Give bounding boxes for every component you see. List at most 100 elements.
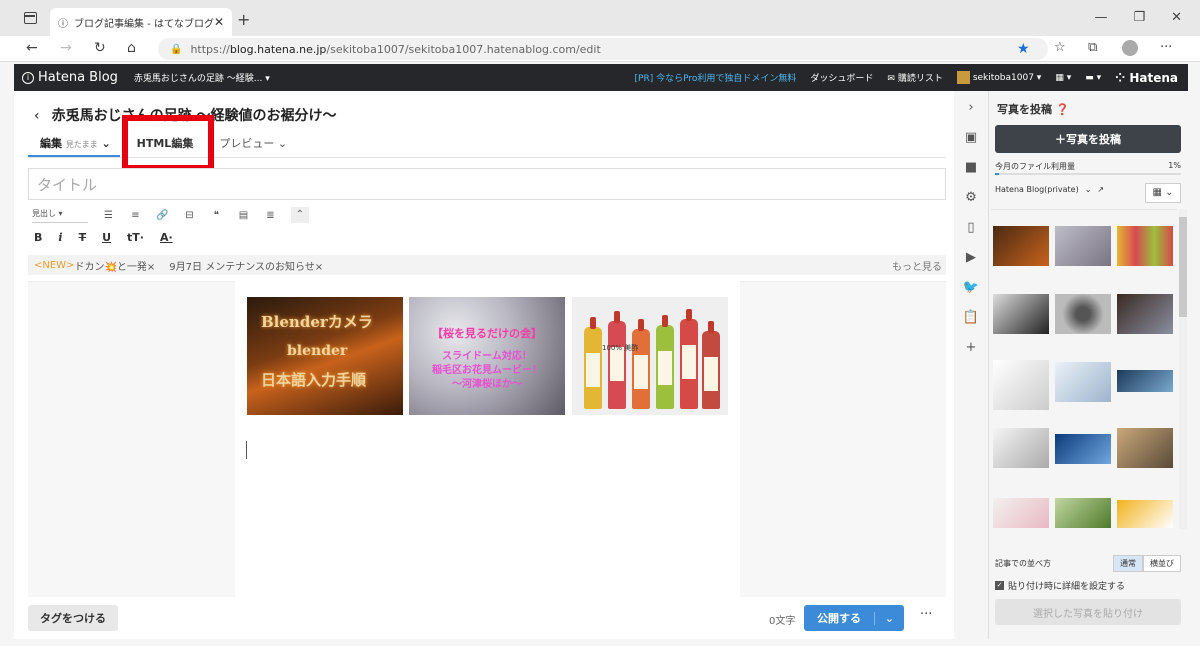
photo-thumb[interactable] <box>1055 294 1111 334</box>
url-prefix: https:// <box>190 42 230 56</box>
photo-thumb[interactable] <box>1055 226 1111 266</box>
folder-icon[interactable]: ■ <box>962 159 980 177</box>
collections-icon[interactable]: ⧉ <box>1088 40 1097 55</box>
reading-list-link[interactable]: ✉ 購読リスト <box>887 71 942 84</box>
close-tab-icon[interactable]: ✕ <box>214 15 224 29</box>
photo-thumb[interactable] <box>1117 294 1173 334</box>
table-icon[interactable]: ⊟ <box>183 210 196 221</box>
youtube-icon[interactable]: ▶ <box>962 249 980 267</box>
url-bar[interactable]: 🔒 https://blog.hatena.ne.jp/sekitoba1007… <box>158 38 1048 60</box>
help-icon[interactable]: ❓ <box>1056 103 1070 116</box>
photo-thumb[interactable] <box>993 294 1049 334</box>
tab-preview[interactable]: プレビュー ⌄ <box>219 135 287 151</box>
font-size-button[interactable]: tT· <box>127 231 144 244</box>
more-options-icon[interactable]: ··· <box>920 607 932 622</box>
site-info-icon: ⓘ <box>58 18 68 30</box>
list-block-icon[interactable]: ▤ <box>237 210 250 221</box>
collapse-sidebar-icon[interactable]: › <box>962 99 980 117</box>
news-bar: <NEW> ドカン💥と一発× 9月7日 メンテナンスのお知らせ× もっと見る <box>28 255 946 275</box>
photo-thumb[interactable] <box>993 360 1049 410</box>
tab-actions-icon[interactable] <box>24 12 37 24</box>
favorites-icon[interactable]: ☆ <box>1054 40 1066 55</box>
italic-button[interactable]: i <box>58 231 62 244</box>
quote-icon[interactable]: ❝ <box>210 210 223 221</box>
forward-icon[interactable]: → <box>60 40 72 56</box>
highlight-annotation <box>122 115 214 171</box>
publish-button[interactable]: 公開する ⌄ <box>804 605 904 631</box>
back-chevron-icon[interactable]: ‹ <box>34 108 40 124</box>
photo-scrollbar[interactable] <box>1179 209 1187 529</box>
numbered-list-icon[interactable]: ≡ <box>129 210 142 221</box>
text-cursor <box>246 441 247 459</box>
news-item-1[interactable]: ドカン💥と一発× <box>74 258 155 273</box>
paste-photo-button[interactable]: 選択した写真を貼り付け <box>995 599 1181 625</box>
checkbox-checked-icon[interactable]: ✓ <box>995 581 1004 590</box>
link-icon[interactable]: 🔗 <box>156 210 169 221</box>
home-icon[interactable]: ⌂ <box>127 40 136 56</box>
editor-panel: ‹ 赤兎馬おじさんの足跡 ～経験値のお裾分け～ 編集 見たまま ⌄ HTML編集 … <box>14 91 954 639</box>
new-tab-icon[interactable]: + <box>237 10 250 29</box>
favorite-star-icon[interactable]: ★ <box>1017 41 1030 57</box>
external-link-icon[interactable]: ↗ <box>1097 185 1104 194</box>
photo-thumb[interactable] <box>993 428 1049 468</box>
photo-thumb[interactable] <box>1055 434 1111 464</box>
gear-icon[interactable]: ⚙ <box>962 189 980 207</box>
photo-thumb[interactable] <box>993 226 1049 266</box>
blog-selector[interactable]: 赤兎馬おじさんの足跡 ～経験... ▾ <box>134 71 270 84</box>
font-color-button[interactable]: A· <box>160 231 173 244</box>
user-menu[interactable]: sekitoba1007 ▾ <box>956 71 1041 84</box>
photo-icon[interactable]: ▣ <box>962 129 980 147</box>
collapse-toolbar-icon[interactable]: ⌃ <box>291 207 309 223</box>
notifications-icon[interactable]: ▬ ▾ <box>1085 73 1101 83</box>
strike-button[interactable]: T <box>79 231 87 244</box>
heading-select[interactable]: 見出し ▾ <box>32 208 88 223</box>
lock-icon: 🔒 <box>170 43 183 55</box>
bullet-list-icon[interactable]: ☰ <box>102 210 115 221</box>
photo-thumb[interactable] <box>1117 500 1173 528</box>
photo-thumb[interactable] <box>1117 370 1173 392</box>
add-tag-button[interactable]: タグをつける <box>28 605 118 631</box>
underline-button[interactable]: U <box>102 231 111 244</box>
minimize-icon[interactable]: — <box>1094 10 1107 25</box>
photo-thumb[interactable] <box>993 498 1049 528</box>
view-grid-icon[interactable]: ▦ ⌄ <box>1145 183 1181 203</box>
dashboard-link[interactable]: ダッシュボード <box>810 71 873 84</box>
hatena-brand[interactable]: ⁘ Hatena <box>1115 71 1178 85</box>
char-count: 0文字 <box>769 616 796 627</box>
twitter-icon[interactable]: 🐦 <box>962 279 980 297</box>
photo-thumb[interactable] <box>1117 428 1173 468</box>
detail-checkbox[interactable]: ✓ 貼り付け時に詳細を設定する <box>995 579 1125 592</box>
profile-avatar[interactable] <box>1122 40 1138 56</box>
hatena-blog-logo[interactable]: i Hatena Blog <box>22 70 118 85</box>
order-normal-button[interactable]: 通常 <box>1113 555 1143 572</box>
photo-thumb[interactable] <box>1055 498 1111 528</box>
back-icon[interactable]: ← <box>26 40 38 56</box>
bold-button[interactable]: B <box>34 231 42 244</box>
order-side-button[interactable]: 横並び <box>1143 555 1181 572</box>
clipboard-icon[interactable]: 📋 <box>962 309 980 327</box>
tab-edit[interactable]: 編集 見たまま ⌄ <box>40 135 111 151</box>
inserted-image-sakura[interactable]: 【桜を見るだけの会】 スライドーム対応！ 稲毛区お花見ムービー！ ～河津桜ほか～ <box>409 297 565 415</box>
url-host: blog.hatena.ne.jp <box>229 42 327 56</box>
upload-photo-button[interactable]: ＋写真を投稿 <box>995 125 1181 153</box>
news-item-2[interactable]: 9月7日 メンテナンスのお知らせ× <box>169 258 323 273</box>
photo-thumb[interactable] <box>1117 226 1173 266</box>
close-window-icon[interactable]: ✕ <box>1171 10 1182 25</box>
usage-percent: 1% <box>1168 161 1181 170</box>
pr-link[interactable]: [PR] 今ならPro利用で独自ドメイン無料 <box>635 71 797 84</box>
publish-options-icon[interactable]: ⌄ <box>874 611 904 625</box>
refresh-icon[interactable]: ↻ <box>94 40 106 56</box>
title-input[interactable]: タイトル <box>28 168 946 200</box>
document-icon[interactable]: ▯ <box>962 219 980 237</box>
photo-thumb[interactable] <box>1055 362 1111 402</box>
inserted-image-bottles[interactable]: 100% 美酢 <box>572 297 728 415</box>
more-menu-icon[interactable]: ··· <box>1160 40 1172 55</box>
maximize-icon[interactable]: ❐ <box>1133 10 1145 25</box>
apps-grid-icon[interactable]: ▦ ▾ <box>1055 73 1071 83</box>
browser-tab[interactable]: ⓘ ブログ記事編集 - はてなブログ ✕ <box>50 8 232 36</box>
album-select[interactable]: Hatena Blog(private) ⌄ ↗ <box>995 185 1104 194</box>
news-more-link[interactable]: もっと見る <box>892 258 942 273</box>
plus-icon[interactable]: + <box>962 339 980 357</box>
more-block-icon[interactable]: ≣ <box>264 210 277 221</box>
inserted-image-blender[interactable]: Blenderカメラ blender 日本語入力手順 <box>247 297 403 415</box>
